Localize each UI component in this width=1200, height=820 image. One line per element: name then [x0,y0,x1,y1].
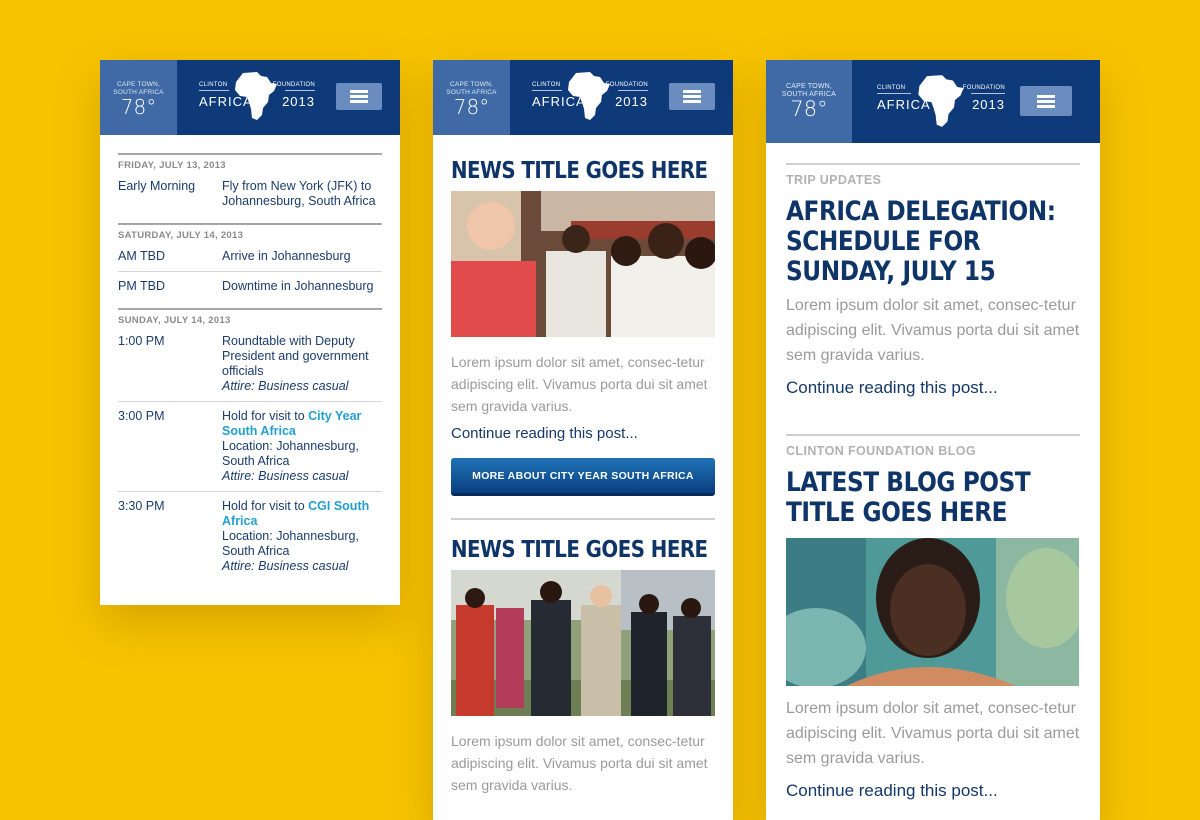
schedule-row: 3:00 PM Hold for visit to City Year Sout… [118,401,382,484]
continue-reading-link[interactable]: Continue reading this post... [786,378,1080,398]
menu-button[interactable] [1020,86,1072,116]
clinton-foundation-africa-logo[interactable]: CLINTON FOUNDATION AFRICA 2013 [197,71,317,125]
news-list: NEWS TITLE GOES HERE Lorem ipsum dolor s… [433,135,733,796]
hamburger-menu-icon [1037,94,1055,108]
schedule-row: 1:00 PM Roundtable with Deputy President… [118,334,369,393]
menu-button[interactable] [669,83,715,110]
schedule-list: FRIDAY, JULY 13, 2013 Early Morning Fly … [100,135,400,574]
news-title[interactable]: NEWS TITLE GOES HERE [451,157,708,185]
site-header: CAPE TOWN, SOUTH AFRICA 78° CLINTON FOUND… [433,60,733,135]
schedule-row: 3:30 PM Hold for visit to CGI South Afri… [118,491,382,574]
continue-reading-link[interactable]: Continue reading this post... [786,781,1080,801]
schedule-row: PM TBD Downtime in Johannesburg [118,271,382,294]
day-heading: FRIDAY, JULY 13, 2013 [118,160,226,171]
news-excerpt: Lorem ipsum dolor sit amet, consec-tetur… [451,354,708,414]
weather-city: CAPE TOWN, SOUTH AFRICA [446,81,497,96]
post-title[interactable]: AFRICA DELEGATION: SCHEDULE FOR SUNDAY, … [786,197,1078,287]
section-kicker: CLINTON FOUNDATION BLOG [786,434,1080,458]
africa-continent-icon [235,72,277,120]
site-header: CAPE TOWN, SOUTH AFRICA 78° CLINTON FOUND… [766,60,1100,143]
schedule-day: SUNDAY, JULY 14, 2013 1:00 PM Roundtable… [118,308,382,574]
hamburger-menu-icon [683,90,701,103]
weather-widget: CAPE TOWN, SOUTH AFRICA 78° [766,60,852,143]
africa-continent-icon [568,72,610,120]
site-header: CAPE TOWN, SOUTH AFRICA 78° CLINTON FOUND… [100,60,400,135]
continue-reading-link[interactable]: Continue reading this post... [451,425,715,442]
news-title[interactable]: NEWS TITLE GOES HERE [451,536,708,564]
post-title[interactable]: LATEST BLOG POST TITLE GOES HERE [786,468,1078,528]
news-photo[interactable] [451,570,715,716]
phone-schedule-screen: CAPE TOWN, SOUTH AFRICA 78° CLINTON FOUND… [100,60,400,605]
schedule-day: SATURDAY, JULY 14, 2013 AM TBD Arrive in… [118,223,382,294]
weather-temperature: 78° [790,97,828,121]
menu-button[interactable] [336,83,382,110]
weather-city: CAPE TOWN, SOUTH AFRICA [781,83,837,98]
post-excerpt: Lorem ipsum dolor sit amet, consec-tetur… [786,297,1080,364]
news-photo[interactable] [451,191,715,337]
schedule-day: FRIDAY, JULY 13, 2013 Early Morning Fly … [118,153,382,209]
schedule-row: Early Morning Fly from New York (JFK) to… [118,179,376,208]
phone-news-screen: CAPE TOWN, SOUTH AFRICA 78° CLINTON FOUND… [433,60,733,820]
weather-widget: CAPE TOWN, SOUTH AFRICA 78° [100,60,177,135]
section-kicker: TRIP UPDATES [786,163,1080,187]
clinton-foundation-africa-logo[interactable]: CLINTON FOUNDATION AFRICA 2013 [875,74,1007,132]
blog-list: TRIP UPDATES AFRICA DELEGATION: SCHEDULE… [766,143,1100,801]
more-about-city-year-button[interactable]: MORE ABOUT CITY YEAR SOUTH AFRICA [451,458,715,496]
hamburger-menu-icon [350,90,368,103]
weather-temperature: 78° [120,95,157,119]
weather-city: CAPE TOWN, SOUTH AFRICA [113,81,164,96]
day-heading: SATURDAY, JULY 14, 2013 [118,230,244,241]
blog-photo[interactable] [786,538,1079,686]
weather-temperature: 78° [453,95,490,119]
weather-widget: CAPE TOWN, SOUTH AFRICA 78° [433,60,510,135]
clinton-foundation-africa-logo[interactable]: CLINTON FOUNDATION AFRICA 2013 [530,71,650,125]
news-excerpt: Lorem ipsum dolor sit amet, consec-tetur… [451,733,708,793]
africa-continent-icon [918,75,964,127]
day-heading: SUNDAY, JULY 14, 2013 [118,315,231,326]
phone-blog-screen: CAPE TOWN, SOUTH AFRICA 78° CLINTON FOUND… [766,60,1100,820]
post-excerpt: Lorem ipsum dolor sit amet, consec-tetur… [786,700,1080,767]
schedule-row: AM TBD Arrive in Johannesburg [118,249,351,263]
divider [451,518,715,520]
